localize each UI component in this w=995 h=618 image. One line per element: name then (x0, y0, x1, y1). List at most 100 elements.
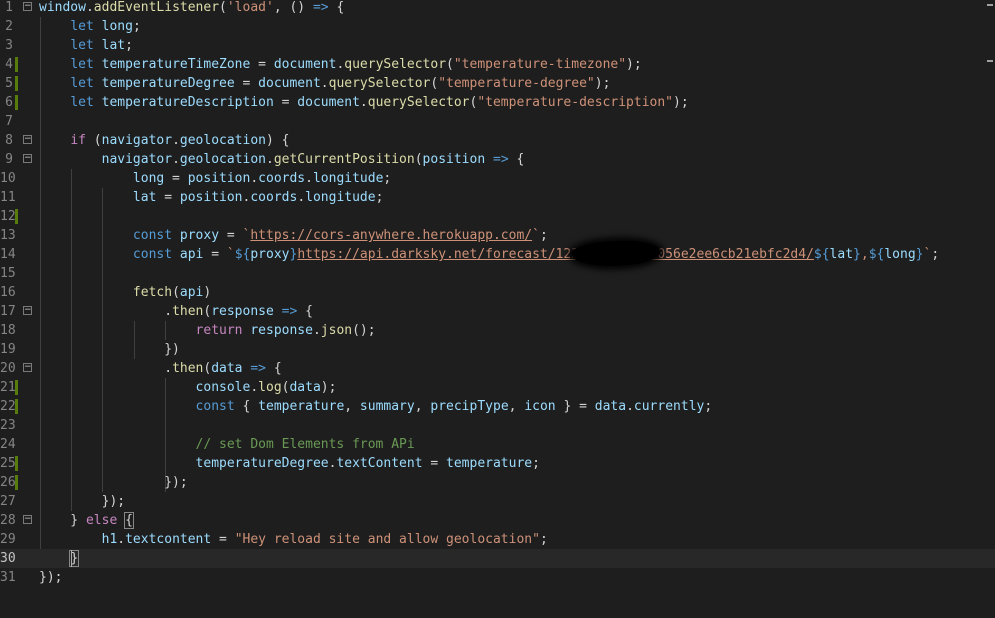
code-text: let temperatureDegree = document.querySe… (39, 74, 610, 93)
fold-toggle-icon[interactable] (23, 515, 32, 524)
line-number: 30 (0, 551, 16, 566)
code-line[interactable]: 21 console.log(data); (0, 378, 995, 397)
line-number: 26 (0, 475, 16, 490)
code-token: , (860, 247, 869, 262)
code-text: return response.json(); (39, 321, 376, 340)
code-token: fetch (132, 285, 173, 300)
code-token: const (195, 399, 235, 414)
code-token: } (39, 513, 86, 528)
code-line[interactable]: 30 } (0, 549, 995, 568)
code-line[interactable]: 22 const { temperature, summary, precipT… (0, 397, 995, 416)
code-line[interactable]: 6 let temperatureDescription = document.… (0, 93, 995, 112)
line-number: 3 (5, 38, 13, 53)
line-number: 4 (5, 57, 13, 72)
code-token: json (320, 323, 353, 338)
code-text: const api = `${proxy}https://api.darksky… (39, 245, 939, 264)
line-number: 25 (0, 456, 16, 471)
line-number: 29 (0, 532, 16, 547)
code-token: , () (273, 0, 313, 15)
code-text: }); (39, 568, 62, 587)
code-token: { (297, 304, 313, 319)
fold-toggle-icon[interactable] (23, 135, 32, 144)
code-line[interactable]: 20 .then(data => { (0, 359, 995, 378)
code-line[interactable]: 8 if (navigator.geolocation) { (0, 131, 995, 150)
modified-line-marker (15, 76, 18, 91)
code-line[interactable]: 10 long = position.coords.longitude; (0, 169, 995, 188)
code-line[interactable]: 11 lat = position.coords.longitude; (0, 188, 995, 207)
code-line[interactable]: 5 let temperatureDegree = document.query… (0, 74, 995, 93)
code-token: ); (626, 57, 642, 72)
code-token: currently (633, 399, 705, 414)
code-token: getCurrentPosition (273, 152, 415, 167)
code-token: ) { (266, 133, 290, 148)
code-line[interactable]: 25 temperatureDegree.textContent = tempe… (0, 454, 995, 473)
code-line[interactable]: 9 navigator.geolocation.getCurrentPositi… (0, 150, 995, 169)
code-line[interactable]: 19 }) (0, 340, 995, 359)
code-token: = (203, 247, 227, 262)
overview-ruler[interactable] (985, 0, 995, 618)
code-token: lat (829, 247, 854, 262)
code-line[interactable]: 31}); (0, 568, 995, 587)
code-token: ${ (868, 247, 885, 262)
code-line[interactable]: 4 let temperatureTimeZone = document.que… (0, 55, 995, 74)
code-line[interactable]: 29 h1.textcontent = "Hey reload site and… (0, 530, 995, 549)
code-token: ( (85, 133, 102, 148)
code-token: querySelector (328, 76, 431, 91)
code-token: ( (219, 0, 227, 15)
code-token: => (312, 0, 329, 15)
line-number: 27 (0, 494, 16, 509)
code-token: . (250, 380, 259, 395)
code-token: querySelector (344, 57, 447, 72)
fold-toggle-icon[interactable] (23, 306, 32, 315)
code-token: , (508, 399, 525, 414)
line-number: 31 (0, 570, 16, 585)
code-text: h1.textcontent = "Hey reload site and al… (39, 530, 548, 549)
code-token: temperature (446, 456, 533, 471)
code-text: if (navigator.geolocation) { (39, 131, 289, 150)
code-text: fetch(api) (39, 283, 211, 302)
code-text: navigator.geolocation.getCurrentPosition… (39, 150, 525, 169)
code-token: let (70, 57, 94, 72)
code-line[interactable]: 13 const proxy = `https://cors-anywhere.… (0, 226, 995, 245)
code-token: ; (539, 228, 548, 243)
code-line[interactable]: 7 (0, 112, 995, 131)
fold-toggle-icon[interactable] (23, 363, 32, 372)
code-line[interactable]: 17 .then(response => { (0, 302, 995, 321)
code-line[interactable]: 26 }); (0, 473, 995, 492)
line-number: 28 (0, 513, 16, 528)
code-text: let temperatureTimeZone = document.query… (39, 55, 642, 74)
code-token: . (626, 399, 634, 414)
code-line[interactable]: 1 window.addEventListener('load', () => { (0, 0, 995, 17)
code-line[interactable]: 14 const api = `${proxy}https://api.dark… (0, 245, 995, 264)
code-token: . (305, 171, 313, 186)
code-line[interactable]: 3 let lat; (0, 36, 995, 55)
code-line[interactable]: 2 let long; (0, 17, 995, 36)
code-line[interactable]: 16 fetch(api) (0, 283, 995, 302)
code-line[interactable]: 12 (0, 207, 995, 226)
code-line[interactable]: 15 (0, 264, 995, 283)
code-line[interactable]: 18 return response.json(); (0, 321, 995, 340)
code-token: . (172, 133, 180, 148)
line-number: 7 (5, 114, 13, 129)
code-line[interactable]: 24 // set Dom Elements from APi (0, 435, 995, 454)
code-token: ( (172, 285, 180, 300)
code-token: . (359, 95, 368, 110)
code-token: "temperature-description" (477, 95, 673, 110)
code-line[interactable]: 28 } else { (0, 511, 995, 530)
fold-toggle-icon[interactable] (23, 154, 32, 163)
code-line[interactable]: 23 (0, 416, 995, 435)
code-token: => (250, 361, 266, 376)
fold-toggle-icon[interactable] (23, 2, 32, 11)
line-number: 24 (0, 437, 16, 452)
code-editor[interactable]: 1window.addEventListener('load', () => {… (0, 0, 995, 618)
code-token: long (101, 19, 133, 34)
line-number: 1 (5, 0, 13, 15)
code-token: let (70, 38, 94, 53)
code-token: else (85, 513, 118, 528)
code-text: temperatureDegree.textContent = temperat… (39, 454, 540, 473)
code-token: then (172, 304, 204, 319)
code-line[interactable]: 27 }); (0, 492, 995, 511)
code-token: "Hey reload site and allow geolocation" (234, 532, 540, 547)
